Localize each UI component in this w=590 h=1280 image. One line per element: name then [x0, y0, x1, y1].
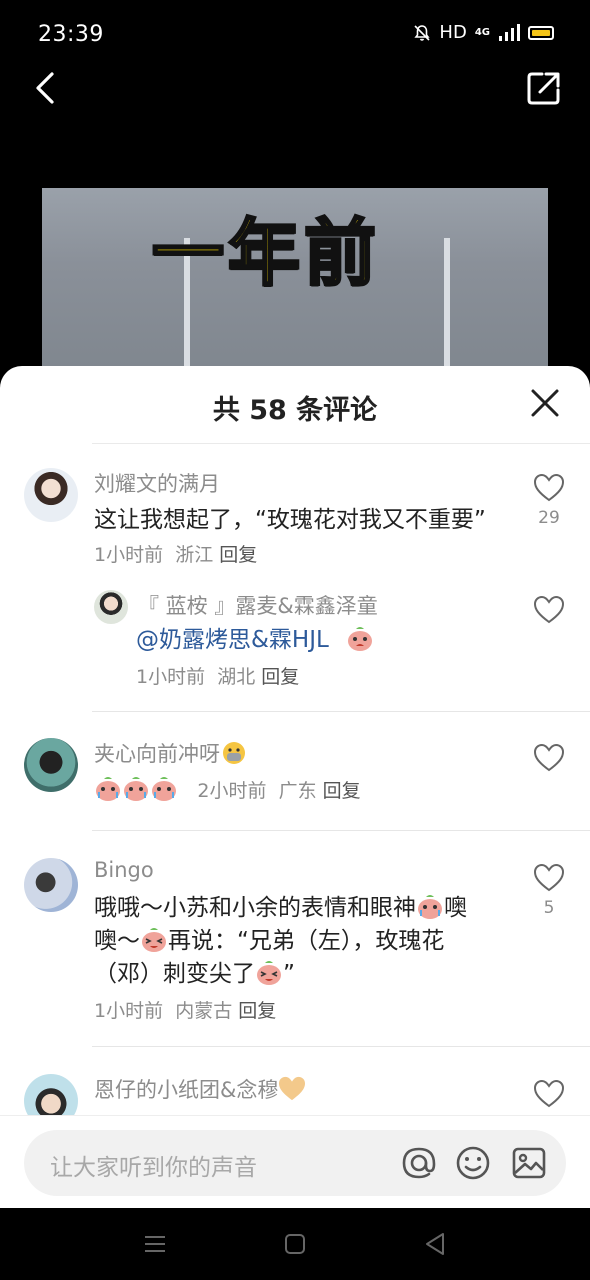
status-time: 23:39: [38, 22, 104, 47]
mention-link[interactable]: @奶露烤思&霖HJL: [136, 627, 329, 653]
reply-time: 1小时前: [136, 666, 206, 688]
reply-username[interactable]: 『 蓝桉 』露麦&霖鑫泽童: [138, 590, 378, 620]
avatar[interactable]: [24, 468, 78, 522]
comment-location: 浙江: [175, 544, 214, 566]
comment-input-bar: 让大家听到你的声音: [0, 1115, 590, 1208]
network-label: 4G: [474, 26, 490, 38]
heart-icon[interactable]: [533, 1079, 565, 1108]
divider: [92, 830, 590, 831]
status-icons: HD 4G: [413, 22, 554, 43]
divider: [92, 1046, 590, 1047]
like-button[interactable]: 5: [533, 863, 565, 918]
heart-icon[interactable]: [533, 595, 565, 624]
home-icon[interactable]: [281, 1230, 309, 1258]
username-text: 恩仔的小纸团&念穆: [94, 1078, 279, 1102]
image-icon[interactable]: [510, 1144, 548, 1182]
at-icon[interactable]: [400, 1144, 438, 1182]
comment-username[interactable]: 刘耀文的满月: [94, 468, 220, 498]
close-icon[interactable]: [530, 388, 560, 418]
menu-icon[interactable]: [141, 1230, 169, 1258]
comment-location: 广东: [278, 780, 317, 802]
video-caption: 一年前: [150, 210, 381, 297]
reply-button[interactable]: 回复: [219, 544, 257, 566]
like-button[interactable]: 29: [533, 473, 565, 528]
video-thumbnail[interactable]: 一年前: [42, 188, 548, 378]
comments-count-title: 共 58 条评论: [212, 395, 378, 426]
comment-meta: 1小时前 内蒙古 回复: [94, 996, 276, 1023]
comment-text: 2小时前 广东 回复: [94, 774, 361, 808]
crying-emoji-icon: [150, 776, 178, 802]
like-button[interactable]: [533, 1079, 565, 1112]
laughing-emoji-icon: [140, 927, 168, 953]
crying-emoji-icon: [346, 626, 374, 652]
avatar[interactable]: [24, 738, 78, 792]
heart-icon[interactable]: [533, 743, 565, 772]
comment-username[interactable]: 恩仔的小纸团&念穆: [94, 1074, 306, 1104]
back-arrow-icon[interactable]: [28, 68, 68, 108]
heart-emoji-icon: [278, 1076, 306, 1102]
sheet-header: 共 58 条评论: [0, 366, 590, 444]
comment-body: 这让我想起了，“玫瑰花对我又不重要”: [94, 507, 486, 533]
reply-button[interactable]: 回复: [323, 780, 361, 802]
reply-button[interactable]: 回复: [238, 1000, 276, 1022]
face-emoji-icon: [220, 740, 248, 766]
input-placeholder: 让大家听到你的声音: [50, 1155, 257, 1181]
comment-text: 哦哦～小苏和小余的表情和眼神 噢 噢～ 再说：“兄弟（左），玫瑰花 （邓）刺变尖了 ”: [94, 892, 514, 991]
comment-body: 哦哦～小苏和小余的表情和眼神: [94, 895, 416, 921]
back-triangle-icon[interactable]: [421, 1230, 449, 1258]
like-button[interactable]: [533, 595, 565, 628]
comment-username[interactable]: Bingo: [94, 858, 154, 882]
like-count: 29: [538, 508, 560, 528]
hd-label: HD: [439, 22, 467, 43]
comment-input[interactable]: 让大家听到你的声音: [24, 1130, 566, 1196]
heart-icon[interactable]: [533, 473, 565, 502]
heart-icon[interactable]: [533, 863, 565, 892]
comment-body: （邓）刺变尖了: [94, 961, 255, 987]
comment-username[interactable]: 夹心向前冲呀: [94, 738, 248, 768]
comment-time: 1小时前: [94, 1000, 164, 1022]
video-pole: [444, 238, 450, 378]
like-count: 5: [543, 898, 555, 918]
crying-emoji-icon: [122, 776, 150, 802]
laughing-emoji-icon: [255, 960, 283, 986]
avatar[interactable]: [94, 590, 128, 624]
signal-icon: [499, 23, 520, 41]
reply-location: 湖北: [217, 666, 256, 688]
reply-button[interactable]: 回复: [261, 666, 299, 688]
reply-text: @奶露烤思&霖HJL: [136, 624, 436, 657]
comment-time: 2小时前: [197, 780, 267, 802]
avatar[interactable]: [24, 858, 78, 912]
username-text: 夹心向前冲呀: [94, 742, 220, 766]
crying-emoji-icon: [416, 894, 444, 920]
divider: [92, 443, 590, 444]
comment-text: 这让我想起了，“玫瑰花对我又不重要” 1小时前 浙江 回复: [94, 504, 504, 572]
mute-bell-icon: [414, 24, 431, 41]
comment-body: 再说：“兄弟（左），玫瑰花: [168, 928, 445, 954]
battery-icon: [528, 25, 554, 40]
crying-emoji-icon: [94, 776, 122, 802]
status-bar: 23:39 HD 4G: [0, 0, 590, 70]
system-nav-bar: [0, 1208, 590, 1280]
comments-sheet: 共 58 条评论 刘耀文的满月 这让我想起了，“玫瑰花对我又不重要” 1小时前 …: [0, 366, 590, 1208]
like-button[interactable]: [533, 743, 565, 776]
divider: [92, 711, 590, 712]
comment-body: 噢～: [94, 928, 140, 954]
comment-body: 噢: [444, 895, 467, 921]
comment-time: 1小时前: [94, 544, 164, 566]
share-icon[interactable]: [526, 70, 562, 106]
comment-body: ”: [283, 961, 295, 987]
comment-location: 内蒙古: [175, 1000, 233, 1022]
reply-meta: 1小时前 湖北 回复: [136, 662, 299, 689]
smile-icon[interactable]: [454, 1144, 492, 1182]
